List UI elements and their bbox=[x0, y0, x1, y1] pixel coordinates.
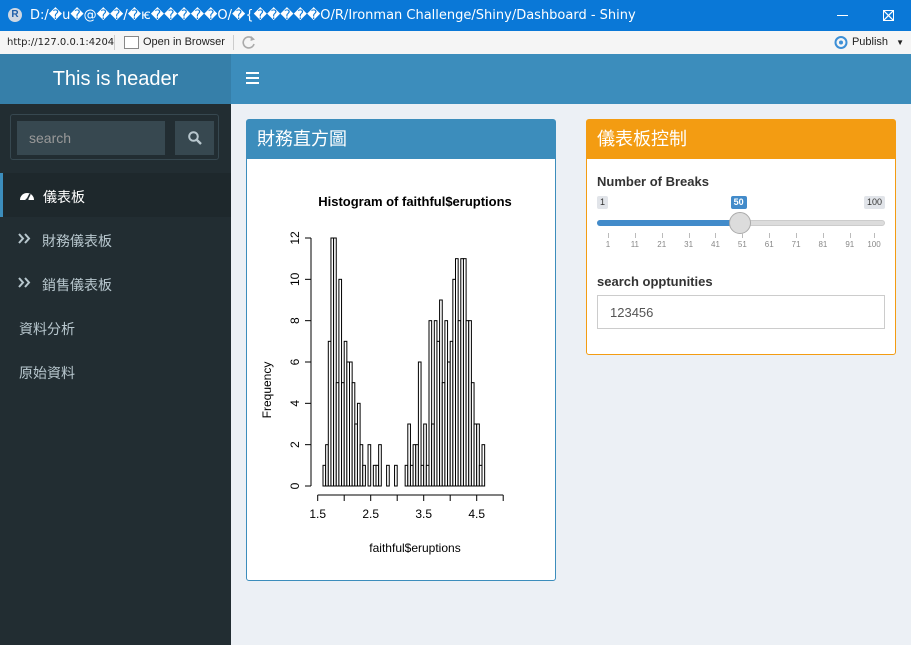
y-axis-label: Frequency bbox=[260, 362, 274, 419]
rstudio-app-icon: R bbox=[8, 8, 22, 22]
open-in-browser-label: Open in Browser bbox=[143, 36, 225, 48]
angle-double-right-icon bbox=[18, 277, 31, 288]
publish-icon bbox=[834, 36, 848, 49]
slider-tick-label: 1 bbox=[605, 240, 611, 249]
x-tick-label: 4.5 bbox=[468, 507, 485, 521]
slider-handle[interactable] bbox=[728, 212, 751, 234]
sidebar-item-data-analysis[interactable]: 資料分析 bbox=[0, 305, 231, 349]
slider-tick bbox=[634, 233, 636, 238]
chart-title: Histogram of faithful$eruptions bbox=[318, 194, 512, 209]
sidebar-item-label: 財務儀表板 bbox=[42, 233, 112, 249]
slider-tick bbox=[769, 233, 771, 238]
control-box: 儀表板控制 Number of Breaks 1 100 50 1 11 21 31 4… bbox=[586, 119, 896, 355]
slider-tick-label: 81 bbox=[818, 240, 828, 249]
histogram-bar bbox=[362, 464, 366, 487]
slider-tick-label: 91 bbox=[845, 240, 855, 249]
header-logo[interactable]: This is header bbox=[0, 54, 231, 104]
x-tick-label: 3.5 bbox=[415, 507, 432, 521]
histogram-bar bbox=[378, 444, 382, 487]
minimize-button[interactable] bbox=[819, 0, 865, 31]
slider-tick bbox=[796, 233, 798, 238]
slider-tick-label: 61 bbox=[764, 240, 774, 249]
control-box-title: 儀表板控制 bbox=[587, 120, 895, 159]
publish-label: Publish bbox=[851, 36, 889, 48]
slider-tick-label: 21 bbox=[657, 240, 667, 249]
plot-box: 財務直方圖 Histogram of faithful$eruptions fa… bbox=[246, 119, 556, 581]
plot-box-title: 財務直方圖 bbox=[247, 120, 555, 159]
sidebar-search-input[interactable] bbox=[17, 121, 165, 155]
slider-tick bbox=[688, 233, 690, 238]
slider-value-label: 50 bbox=[730, 196, 747, 209]
browser-window-icon bbox=[124, 36, 139, 49]
sidebar-search-form bbox=[10, 114, 219, 160]
x-tick-label: 1.5 bbox=[309, 507, 326, 521]
histogram-bar bbox=[394, 464, 398, 487]
slider-fill bbox=[597, 220, 740, 226]
slider-tick bbox=[715, 233, 717, 238]
sidebar: 儀表板 財務儀表板 銷售儀表板 資料分析 原始資料 bbox=[0, 104, 231, 645]
y-tick-label: 6 bbox=[288, 358, 302, 365]
search-opportunities-input[interactable] bbox=[597, 295, 885, 329]
slider-min-label: 1 bbox=[597, 196, 609, 209]
slider-tick-label: 31 bbox=[684, 240, 694, 249]
sidebar-toggle-icon[interactable] bbox=[246, 72, 259, 85]
url-text[interactable]: http://127.0.0.1:4204 bbox=[7, 37, 114, 48]
top-navbar bbox=[231, 54, 911, 104]
histogram-plot: Histogram of faithful$eruptions faithful… bbox=[260, 194, 512, 555]
y-tick-label: 0 bbox=[288, 482, 302, 489]
slider-max-label: 100 bbox=[863, 196, 885, 209]
open-in-browser-button[interactable]: Open in Browser bbox=[124, 34, 225, 51]
y-tick-label: 4 bbox=[288, 400, 302, 407]
slider-tick-label: 100 bbox=[867, 240, 881, 249]
search-icon bbox=[188, 131, 202, 145]
slider-tick-label: 41 bbox=[711, 240, 720, 249]
slider-tick bbox=[874, 233, 875, 238]
sidebar-item-label: 資料分析 bbox=[19, 321, 75, 337]
slider-label: Number of Breaks bbox=[597, 174, 709, 189]
slider-tick bbox=[849, 233, 851, 238]
minimize-icon bbox=[837, 15, 848, 16]
window-title: D:/�u�@��/�ѥ�����O/�{�����O/R/Ironman Ch… bbox=[30, 8, 636, 23]
x-axis-label: faithful$eruptions bbox=[369, 541, 460, 555]
toolbar-divider bbox=[233, 35, 234, 50]
sidebar-item-raw-data[interactable]: 原始資料 bbox=[0, 349, 231, 393]
sidebar-item-label: 銷售儀表板 bbox=[42, 277, 112, 293]
window-titlebar: R D:/�u�@��/�ѥ�����O/�{�����O/R/Ironman … bbox=[0, 0, 911, 31]
slider-tick bbox=[608, 233, 609, 238]
angle-double-right-icon bbox=[18, 233, 31, 244]
y-tick-label: 10 bbox=[288, 272, 302, 286]
histogram-bar bbox=[481, 444, 486, 487]
sidebar-item-label: 儀表板 bbox=[43, 189, 85, 205]
close-button[interactable] bbox=[865, 0, 911, 31]
publish-button[interactable]: Publish ▼ bbox=[834, 34, 904, 51]
sidebar-item-sales-dashboard[interactable]: 銷售儀表板 bbox=[0, 261, 231, 305]
text-input-label: search opptunities bbox=[597, 274, 713, 289]
refresh-icon[interactable] bbox=[241, 35, 256, 50]
histogram-bar bbox=[386, 464, 390, 487]
chevron-down-icon: ▼ bbox=[896, 38, 904, 47]
viewer-toolbar: http://127.0.0.1:4204 Open in Browser Pu… bbox=[0, 31, 911, 55]
sidebar-item-dashboard[interactable]: 儀表板 bbox=[0, 173, 231, 217]
sidebar-item-label: 原始資料 bbox=[19, 365, 75, 381]
sidebar-item-finance-dashboard[interactable]: 財務儀表板 bbox=[0, 217, 231, 261]
y-tick-label: 12 bbox=[288, 231, 302, 245]
slider-tick-label: 71 bbox=[791, 240, 801, 249]
toolbar-divider bbox=[114, 35, 115, 50]
close-icon bbox=[883, 10, 894, 21]
search-button[interactable] bbox=[175, 121, 214, 155]
dashboard-icon bbox=[20, 193, 34, 202]
slider-tick-label: 51 bbox=[737, 240, 747, 249]
slider-tick bbox=[661, 233, 663, 238]
y-tick-label: 2 bbox=[288, 441, 302, 448]
x-tick-label: 2.5 bbox=[362, 507, 379, 521]
slider-tick bbox=[822, 233, 824, 238]
y-tick-label: 8 bbox=[288, 317, 302, 324]
histogram-bar bbox=[367, 444, 372, 487]
slider-tick bbox=[742, 233, 744, 238]
slider-tick-label: 11 bbox=[630, 240, 640, 249]
